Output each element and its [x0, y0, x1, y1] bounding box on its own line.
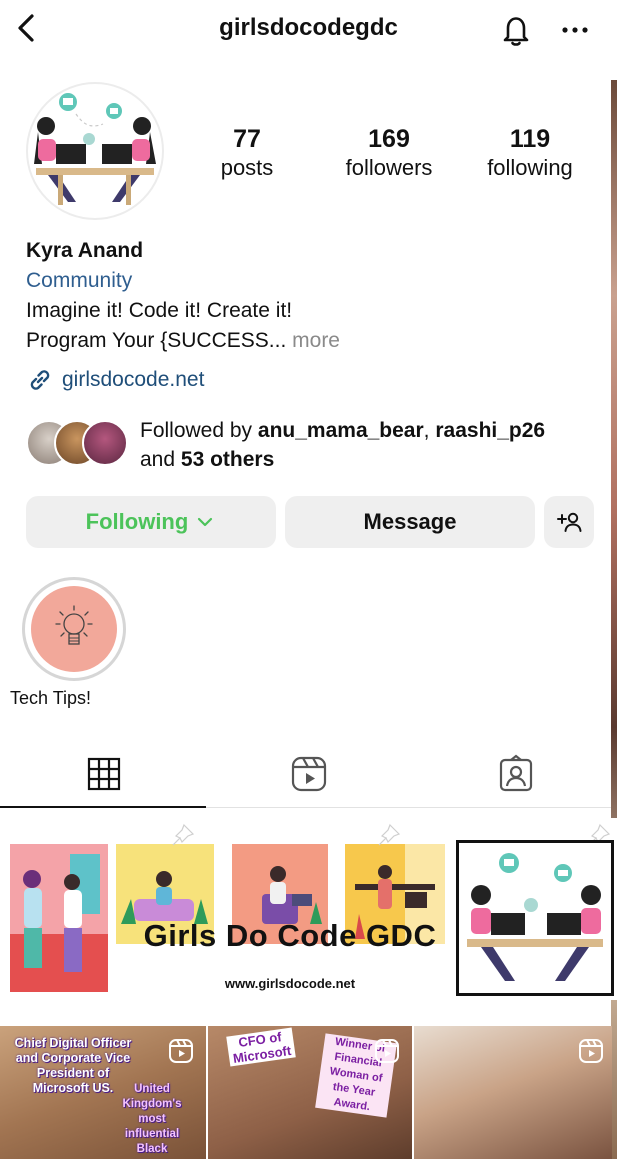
link-icon	[30, 370, 50, 390]
mutual-follower-avatar	[82, 420, 128, 466]
banner-title: Girls Do Code GDC	[143, 918, 437, 953]
brand-logo-tile	[456, 840, 614, 996]
profile-tabs	[0, 746, 617, 808]
pin-icon	[378, 823, 401, 846]
followers-count-value: 169	[368, 125, 410, 153]
add-user-icon	[557, 512, 582, 532]
following-count-value: 119	[509, 125, 551, 153]
followed-by-prefix: Followed by	[140, 419, 253, 442]
tagged-icon	[499, 754, 533, 792]
message-button-label: Message	[363, 509, 457, 534]
following-count-label: following	[487, 155, 573, 180]
posts-grid: Chief Digital Officer and Corporate Vice…	[0, 1026, 617, 1159]
tab-tagged[interactable]	[496, 754, 536, 794]
reels-icon	[375, 1039, 399, 1063]
suggested-users-button[interactable]	[544, 496, 594, 548]
post-overlay-text: CFO of Microsoft	[226, 1027, 296, 1067]
bio-line-2-text: Program Your {SUCCESS...	[26, 329, 287, 352]
posts-count-value: 77	[233, 125, 261, 153]
message-button[interactable]: Message	[285, 496, 535, 548]
post-overlay-text-secondary: United Kingdom's most influential Black …	[122, 1083, 182, 1159]
followers-count-label: followers	[345, 155, 433, 180]
more-horizontal-icon	[562, 27, 588, 33]
bio-more-link[interactable]: more	[292, 329, 340, 352]
profile-website-link[interactable]: girlsdocode.net	[26, 364, 204, 396]
profile-website-text: girlsdocode.net	[62, 368, 205, 391]
mutual-followers-text: Followed by anu_mama_bear, raashi_p26 an…	[140, 416, 610, 474]
mutual-follower-name[interactable]: raashi_p26	[435, 419, 545, 442]
profile-bio: Kyra Anand Community Imagine it! Code it…	[26, 236, 606, 356]
reels-icon	[579, 1039, 603, 1063]
posts-count-label: posts	[220, 155, 274, 180]
avatar-illustration	[34, 93, 156, 205]
logo-illustration	[467, 853, 603, 981]
story-highlight[interactable]	[22, 577, 126, 681]
top-bar: girlsdocodegdc	[0, 0, 617, 58]
lightbulb-icon	[55, 605, 93, 645]
tab-grid[interactable]	[84, 754, 124, 794]
bio-line-1: Imagine it! Code it! Create it!	[26, 299, 293, 322]
more-options-button[interactable]	[557, 12, 593, 48]
followers-count[interactable]: 169 followers	[334, 124, 444, 182]
profile-name: Kyra Anand	[26, 239, 144, 262]
banner-url: www.girlsdocode.net	[224, 976, 356, 991]
grid-icon	[87, 757, 121, 791]
highlight-label: Tech Tips!	[10, 688, 92, 708]
mutual-follower-name[interactable]: anu_mama_bear	[258, 419, 424, 442]
following-button-label: Following	[85, 509, 189, 534]
reels-icon	[291, 756, 327, 792]
notifications-button[interactable]	[496, 10, 536, 50]
post-thumbnail[interactable]: Chief Digital Officer and Corporate Vice…	[0, 1026, 206, 1159]
profile-avatar[interactable]	[26, 82, 164, 220]
bell-icon	[503, 17, 529, 46]
illustration-tile	[10, 844, 108, 992]
tab-divider	[206, 807, 611, 808]
active-tab-indicator	[0, 806, 206, 808]
mutual-followers-others[interactable]: 53 others	[181, 448, 274, 471]
following-button[interactable]: Following	[26, 496, 276, 548]
post-thumbnail[interactable]: CFO of Microsoft Winner of Financial Wom…	[208, 1026, 412, 1159]
highlight-cover	[31, 586, 117, 672]
tab-reels[interactable]	[289, 754, 329, 794]
chevron-down-icon	[198, 517, 213, 527]
pin-icon	[172, 823, 195, 846]
followed-by-and: and	[140, 448, 176, 471]
mutual-followers[interactable]: Followed by anu_mama_bear, raashi_p26 an…	[26, 416, 606, 476]
posts-count[interactable]: 77 posts	[207, 124, 287, 182]
reels-icon	[169, 1039, 193, 1063]
followed-by-separator: ,	[423, 419, 430, 442]
bio-line-2: Program Your {SUCCESS... more	[26, 326, 606, 356]
following-count[interactable]: 119 following	[478, 124, 582, 182]
profile-category[interactable]: Community	[26, 266, 606, 296]
post-thumbnail[interactable]	[414, 1026, 612, 1159]
